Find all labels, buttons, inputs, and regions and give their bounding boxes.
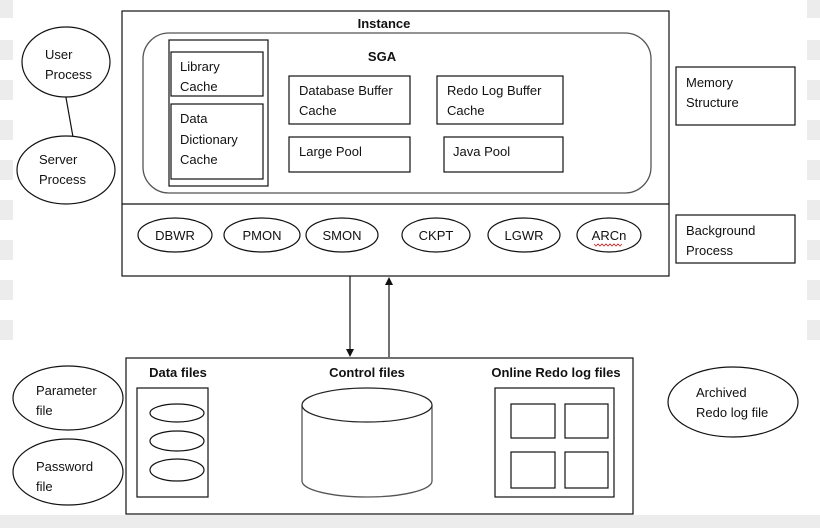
label: file: [36, 479, 53, 494]
sga-title: SGA: [368, 49, 397, 64]
process-ckpt: CKPT: [401, 217, 471, 253]
database-buffer-cache-box: Database Buffer Cache: [288, 75, 411, 125]
redo-log-file-icon: [510, 451, 556, 489]
process-lgwr: LGWR: [487, 217, 561, 253]
library-cache-box: Library Cache: [170, 51, 264, 97]
user-process-ellipse: User Process: [21, 26, 111, 98]
redo-log-buffer-cache-box: Redo Log Buffer Cache: [436, 75, 564, 125]
redo-log-file-icon: [510, 403, 556, 439]
connection-line: [64, 91, 74, 138]
label: Cache: [180, 152, 218, 167]
sga-box: SGA Library Cache Data Dictionary Cache …: [142, 32, 652, 194]
label: Java Pool: [453, 144, 510, 159]
process-pmon: PMON: [223, 217, 301, 253]
label: file: [36, 403, 53, 418]
process-smon: SMON: [305, 217, 379, 253]
process-dbwr: DBWR: [137, 217, 213, 253]
label: Cache: [180, 79, 218, 94]
background-process-label-box: Background Process: [675, 214, 796, 264]
label: Database Buffer: [299, 83, 393, 98]
online-redo-log-files-box: [494, 387, 615, 498]
redo-log-file-icon: [564, 451, 609, 489]
label: LGWR: [505, 228, 544, 243]
process-arcn: ARCn: [576, 217, 642, 253]
diagram-canvas: Instance SGA Library Cache Data Dictiona…: [0, 0, 820, 528]
archived-redo-log-file-ellipse: Archived Redo log file: [667, 366, 799, 438]
data-dictionary-cache-box: Data Dictionary Cache: [170, 103, 264, 180]
parameter-file-ellipse: Parameter file: [12, 365, 124, 431]
data-file-icon: [149, 458, 205, 482]
label: Process: [39, 172, 86, 187]
label: Server: [39, 152, 78, 167]
label: User: [45, 47, 73, 62]
control-files-title: Control files: [329, 365, 405, 380]
label: Process: [686, 243, 733, 258]
label: Cache: [299, 103, 337, 118]
data-file-icon: [149, 430, 205, 452]
label: Large Pool: [299, 144, 362, 159]
arrow-down: [346, 276, 354, 357]
data-file-icon: [149, 403, 205, 423]
label: ARCn: [592, 228, 627, 243]
label: Redo log file: [696, 405, 768, 420]
label: Process: [45, 67, 92, 82]
label: PMON: [243, 228, 282, 243]
password-file-ellipse: Password file: [12, 438, 124, 506]
label: Archived: [696, 385, 747, 400]
label: Library: [180, 59, 220, 74]
label: Structure: [686, 95, 739, 110]
online-redo-log-files-title: Online Redo log files: [491, 365, 620, 380]
database-box: Data files Control files Online Redo log…: [125, 357, 634, 515]
server-process-ellipse: Server Process: [16, 135, 116, 205]
data-files-title: Data files: [149, 365, 207, 380]
oracle-architecture-diagram: Instance SGA Library Cache Data Dictiona…: [0, 0, 820, 528]
label: Dictionary: [180, 132, 238, 147]
redo-log-file-icon: [564, 403, 609, 439]
label: Parameter: [36, 383, 97, 398]
large-pool-box: Large Pool: [288, 136, 411, 173]
label: Data: [180, 111, 208, 126]
memory-structure-label-box: Memory Structure: [675, 66, 796, 126]
java-pool-box: Java Pool: [443, 136, 564, 173]
data-files-box: [136, 387, 209, 498]
label: Redo Log Buffer: [447, 83, 542, 98]
label: Cache: [447, 103, 485, 118]
label: SMON: [323, 228, 362, 243]
label: Memory: [686, 75, 733, 90]
label: DBWR: [155, 228, 195, 243]
label: Background: [686, 223, 755, 238]
instance-title: Instance: [358, 16, 411, 31]
arrow-up: [385, 277, 393, 357]
control-files-cylinder-icon: [301, 387, 433, 498]
label: Password: [36, 459, 93, 474]
label: CKPT: [419, 228, 454, 243]
